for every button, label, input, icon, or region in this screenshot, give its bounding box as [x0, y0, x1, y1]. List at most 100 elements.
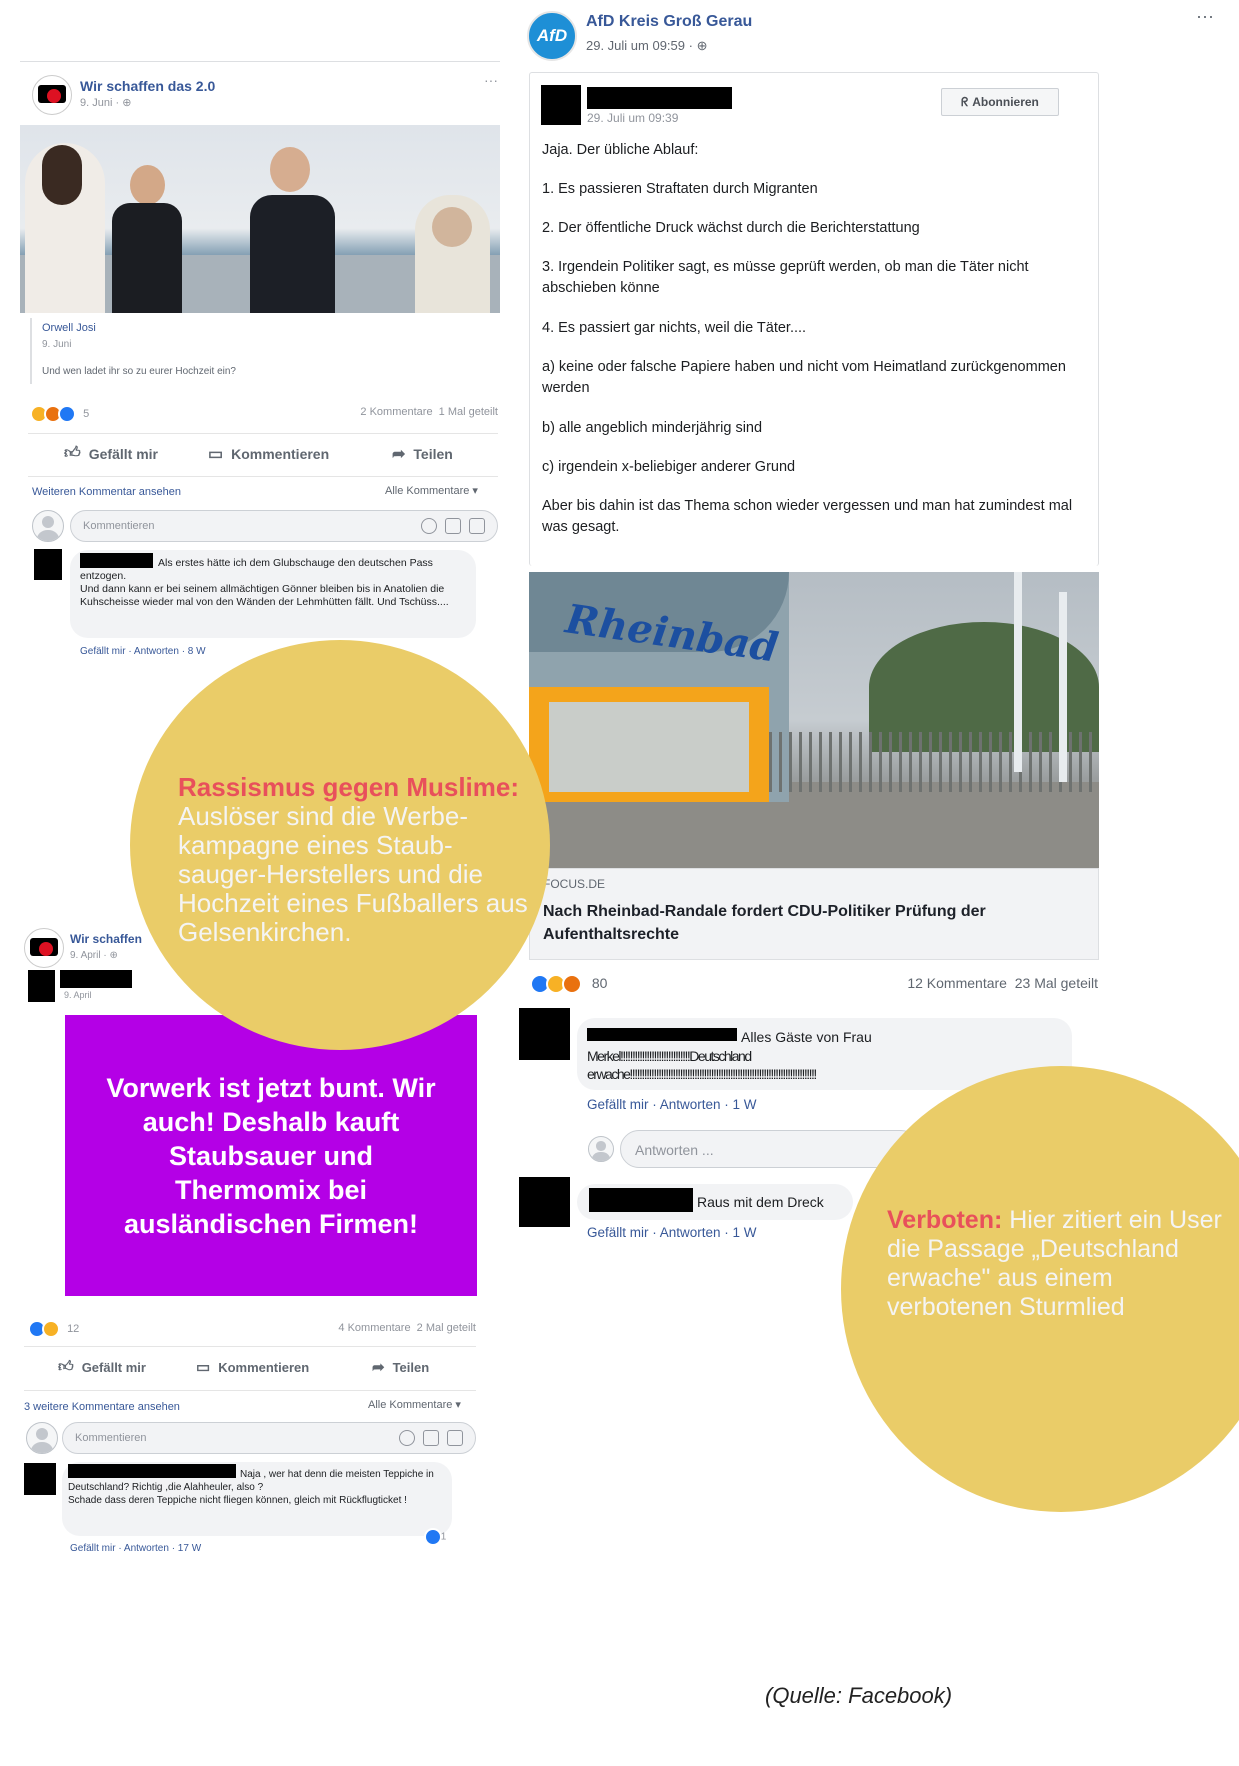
post-date: 9. April · ⊕ [70, 950, 118, 961]
purple-image-card: Vorwerk ist jetzt bunt. Wir auch! Deshal… [65, 1015, 477, 1296]
thumbs-up-icon: 👍︎ [58, 1358, 74, 1375]
page-avatar[interactable] [24, 928, 64, 968]
haha-reaction-icon [42, 1320, 60, 1338]
rss-icon: ᖇ [961, 94, 969, 109]
redacted-avatar [34, 549, 62, 580]
image-text: Vorwerk ist jetzt bunt. Wir auch! Deshal… [106, 1072, 436, 1239]
globe-icon: ⊕ [109, 950, 118, 961]
redacted-name [60, 970, 132, 988]
comment-actions[interactable]: Gefällt mir · Antworten · 1 W [587, 1097, 757, 1112]
camera-icon[interactable] [445, 517, 461, 534]
thumbs-up-icon: 👍︎ [64, 445, 81, 462]
divider-line [24, 1390, 476, 1391]
shared-date: 29. Juli um 09:39 [587, 111, 679, 125]
divider-line [28, 433, 498, 434]
subscribe-button[interactable]: ᖇ Abonnieren [941, 88, 1059, 116]
source-caption: (Quelle: Facebook) [765, 1683, 953, 1708]
options-icon[interactable]: ··· [484, 72, 498, 88]
share-arrow-icon: ➦ [392, 446, 406, 463]
share-button[interactable]: ➦ Teilen [392, 444, 453, 464]
comment-actions[interactable]: Gefällt mir · Antworten · 8 W [80, 646, 206, 657]
reaction-count: 12 [67, 1322, 80, 1335]
share-arrow-icon: ➦ [372, 1359, 385, 1376]
redacted-name [587, 1028, 737, 1041]
page-name[interactable]: Wir schaffen [70, 932, 142, 946]
comment-button[interactable]: ▭ Kommentieren [208, 444, 329, 464]
user-avatar [32, 510, 64, 542]
reactions-summary[interactable]: 5 [30, 405, 89, 423]
like-button[interactable]: 👍︎ Gefällt mir [58, 1358, 146, 1376]
comment-text-line2: Merkel!!!!!!!!!!!!!!!!!!!!!!!!!!!!!Deuts… [587, 1048, 752, 1064]
comment-reaction: 1 [424, 1528, 446, 1546]
options-icon[interactable]: ··· [1196, 6, 1214, 27]
emoji-icon[interactable] [421, 517, 437, 534]
page-name[interactable]: Wir schaffen das 2.0 [80, 78, 215, 94]
redacted-avatar [541, 85, 581, 125]
post-stats[interactable]: 2 Kommentare 1 Mal geteilt [300, 406, 498, 418]
quote-text: Und wen ladet ihr so zu eurer Hochzeit e… [42, 366, 236, 377]
divider-line [28, 476, 498, 477]
gif-icon[interactable] [469, 517, 485, 534]
quote-date: 9. Juni [42, 339, 72, 350]
comment-actions[interactable]: Gefällt mir · Antworten · 1 W [587, 1225, 757, 1240]
globe-icon: ⊕ [696, 38, 708, 53]
user-avatar [26, 1422, 58, 1454]
callout-text: Verboten: Hier zitiert ein User die Pass… [887, 1206, 1227, 1322]
comment-text: Raus mit dem Dreck [697, 1194, 824, 1210]
post-photo [20, 125, 500, 313]
globe-icon: ⊕ [122, 97, 132, 109]
reaction-count: 5 [83, 407, 90, 420]
more-comments-link[interactable]: 3 weitere Kommentare ansehen [24, 1401, 180, 1413]
reactions-summary[interactable]: 12 [28, 1320, 79, 1338]
afd-logo[interactable]: AfD [527, 11, 577, 61]
post-date: 9. Juni · ⊕ [80, 97, 132, 109]
more-comments-link[interactable]: Weiteren Kommentar ansehen [32, 486, 181, 498]
redacted-avatar [24, 1463, 56, 1495]
like-reaction-icon [424, 1528, 442, 1546]
comment-input[interactable]: Kommentieren [70, 510, 498, 542]
link-preview-image[interactable]: Rheinbad [529, 572, 1099, 868]
share-button[interactable]: ➦ Teilen [372, 1358, 429, 1376]
author-date: 9. April [64, 990, 92, 1000]
user-avatar [588, 1136, 614, 1162]
link-title[interactable]: Nach Rheinbad-Randale fordert CDU-Politi… [543, 900, 1083, 946]
speech-bubble-icon: ▭ [208, 446, 224, 463]
redacted-avatar [28, 970, 55, 1002]
post-stats[interactable]: 12 Kommentare 23 Mal geteilt [850, 975, 1098, 991]
speech-bubble-icon: ▭ [196, 1359, 211, 1376]
divider-line [24, 1346, 476, 1347]
reply-placeholder: Antworten ... [635, 1142, 714, 1158]
reactions-summary[interactable]: 80 [530, 974, 607, 994]
like-reaction-icon [58, 405, 76, 423]
gif-icon[interactable] [447, 1429, 463, 1446]
camera-icon[interactable] [423, 1429, 439, 1446]
comment-filter[interactable]: Alle Kommentare ▾ [385, 484, 478, 497]
angry-reaction-icon [562, 974, 582, 994]
comment-filter[interactable]: Alle Kommentare ▾ [368, 1398, 461, 1411]
post-date: 29. Juli um 09:59 · ⊕ [586, 38, 708, 53]
comment-actions[interactable]: Gefällt mir · Antworten · 17 W [70, 1543, 201, 1554]
reply-input[interactable]: Antworten ... [620, 1130, 920, 1168]
comment-button[interactable]: ▭ Kommentieren [196, 1358, 309, 1376]
like-button[interactable]: 👍︎ Gefällt mir [64, 444, 158, 463]
callout-heading: Verboten: [887, 1206, 1003, 1234]
redacted-avatar [519, 1177, 570, 1227]
comment-text: Naja , wer hat denn die meisten Teppiche… [68, 1469, 434, 1506]
comment-text-line1: Alles Gäste von Frau [741, 1029, 872, 1045]
callout-body: Auslöser sind die Werbe-kampagne eines S… [178, 801, 528, 947]
post-stats[interactable]: 4 Kommentare 2 Mal geteilt [280, 1322, 476, 1334]
divider-line [20, 61, 500, 62]
redacted-name [587, 87, 732, 109]
quote-author[interactable]: Orwell Josi [42, 322, 96, 334]
redacted-name [589, 1188, 693, 1212]
quote-border [30, 318, 32, 384]
post-text: Jaja. Der übliche Ablauf: 1. Es passiere… [542, 142, 1073, 535]
emoji-icon[interactable] [399, 1429, 415, 1446]
callout-text: Rassismus gegen Muslime: Auslöser sind d… [178, 773, 530, 947]
comment-text: Als erstes hätte ich dem Glubschauge den… [80, 557, 449, 608]
redacted-avatar [519, 1008, 570, 1060]
comment-placeholder: Kommentieren [75, 1432, 147, 1444]
comment-input[interactable]: Kommentieren [62, 1422, 476, 1454]
page-name[interactable]: AfD Kreis Groß Gerau [586, 13, 752, 31]
page-avatar[interactable] [32, 75, 72, 115]
